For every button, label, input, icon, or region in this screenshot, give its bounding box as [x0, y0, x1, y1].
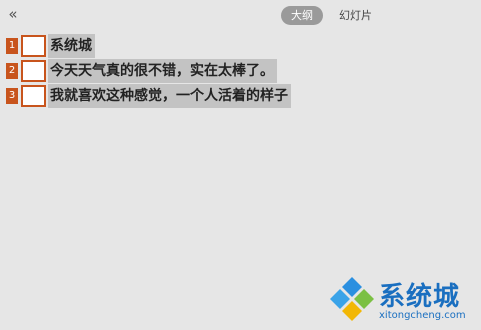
site-watermark: 系统城 xitongcheng.com [327, 274, 477, 326]
outline-item-text[interactable]: 今天天气真的很不错，实在太棒了。 [48, 59, 277, 83]
outline-item-text[interactable]: 我就喜欢这种感觉，一个人活着的样子 [48, 84, 291, 108]
slide-thumbnail-icon[interactable] [21, 85, 46, 107]
outline-item-2[interactable]: 2 今天天气真的很不错，实在太棒了。 [6, 59, 291, 83]
slide-thumbnail-icon[interactable] [21, 60, 46, 82]
watermark-url: xitongcheng.com [379, 310, 466, 321]
slide-number: 1 [6, 38, 18, 54]
diamond-logo-icon [330, 277, 374, 321]
watermark-title: 系统城 [379, 282, 461, 312]
tab-outline[interactable]: 大纲 [281, 6, 323, 25]
tab-slides[interactable]: 幻灯片 [329, 6, 382, 25]
outline-item-1[interactable]: 1 系统城 [6, 34, 291, 58]
collapse-panel-icon[interactable]: « [4, 5, 22, 23]
outline-item-3[interactable]: 3 我就喜欢这种感觉，一个人活着的样子 [6, 84, 291, 108]
slide-number: 2 [6, 63, 18, 79]
view-tabs: 大纲 幻灯片 [281, 6, 388, 25]
slide-thumbnail-icon[interactable] [21, 35, 46, 57]
outline-item-text[interactable]: 系统城 [48, 34, 95, 58]
outline-list: 1 系统城 2 今天天气真的很不错，实在太棒了。 3 我就喜欢这种感觉，一个人活… [6, 34, 291, 109]
slide-number: 3 [6, 88, 18, 104]
